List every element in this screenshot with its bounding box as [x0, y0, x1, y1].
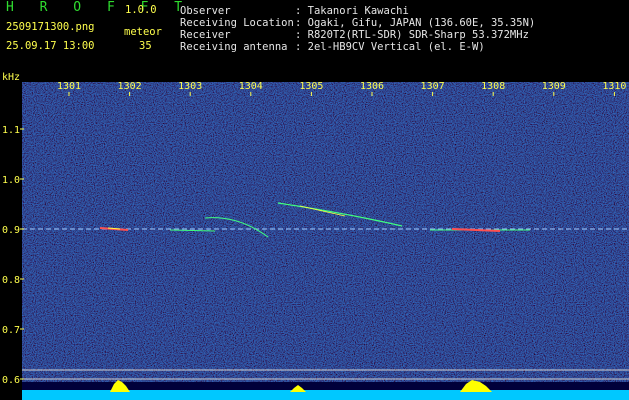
y-tick-label: 0.7: [2, 325, 20, 336]
file-datetime: 25.09.17 13:00: [6, 40, 95, 52]
axis-labels: kHz: [2, 72, 20, 83]
y-tick-label: 0.8: [2, 275, 20, 286]
x-tick-label: 1302: [118, 81, 142, 92]
app-version: 1.0.0: [125, 4, 157, 16]
x-tick-label: 1307: [421, 81, 445, 92]
y-tick-label: 1.1: [2, 125, 20, 136]
meteor-count: 35: [139, 40, 152, 52]
spectrogram-noise: [22, 82, 629, 382]
info-key-location: Receiving Location: [180, 17, 294, 29]
file-name: 2509171300.png: [6, 21, 95, 33]
y-axis-unit: kHz: [2, 72, 20, 83]
meteor-label: meteor: [124, 26, 162, 38]
x-tick-label: 1301: [57, 81, 81, 92]
info-key-observer: Observer: [180, 5, 231, 17]
header: H R O F F T 1.0.0 2509171300.png meteor …: [0, 0, 629, 70]
info-value-observer: : Takanori Kawachi: [295, 5, 409, 17]
info-value-receiver: : R820T2(RTL-SDR) SDR-Sharp 53.372MHz: [295, 29, 529, 41]
x-tick-label: 1305: [299, 81, 323, 92]
y-tick-label: 0.6: [2, 375, 20, 386]
x-tick-label: 1308: [481, 81, 505, 92]
info-value-location: : Ogaki, Gifu, JAPAN (136.60E, 35.35N): [295, 17, 536, 29]
x-tick-label: 1304: [239, 81, 263, 92]
app-title: H R O F F T: [6, 0, 192, 15]
y-tick-label: 0.9: [2, 225, 20, 236]
info-key-receiver: Receiver: [180, 29, 231, 41]
y-tick-label: 1.0: [2, 175, 20, 186]
x-tick-label: 1309: [542, 81, 566, 92]
spectrogram-plot: kHz 1301 1302 1303 1304 1305 1306 1307 1308 1309…: [0, 70, 629, 400]
info-key-antenna: Receiving antenna: [180, 41, 288, 53]
info-value-antenna: : 2el-HB9CV Vertical (el. E-W): [295, 41, 485, 53]
x-tick-label: 1306: [360, 81, 384, 92]
x-tick-label: 1303: [178, 81, 202, 92]
x-tick-label: 1310: [602, 81, 626, 92]
